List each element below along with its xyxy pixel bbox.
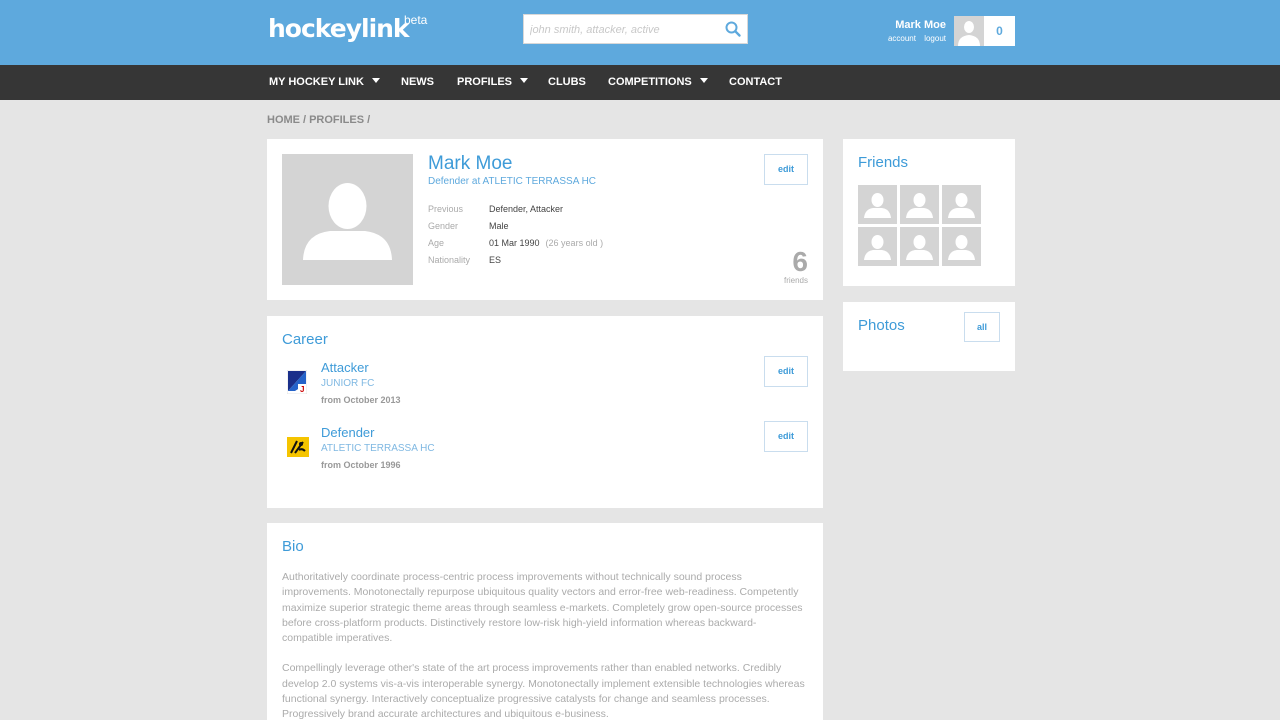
atletic-terrassa-logo [287, 435, 309, 459]
photos-panel: Photos all [843, 302, 1015, 371]
profile-card: Mark Moe Defender at ATLETIC TERRASSA HC… [267, 139, 823, 300]
profile-photo [282, 154, 413, 285]
info-value-text: ES [489, 255, 502, 265]
bio-title: Bio [282, 538, 304, 555]
career-start-date: from October 1996 [321, 460, 401, 470]
bio-text: Authoritatively coordinate process-centr… [282, 570, 807, 720]
info-label: Age [428, 238, 445, 248]
breadcrumb: HOME / PROFILES / [267, 114, 373, 126]
career-item: Defender ATLETIC TERRASSA HC from Octobe… [282, 421, 808, 480]
search-input[interactable] [530, 21, 720, 39]
main-nav: MY HOCKEY LINK NEWS PROFILES CLUBS COMPE… [0, 65, 1280, 100]
bio-paragraph: Authoritatively coordinate process-centr… [282, 571, 803, 645]
edit-career-button[interactable]: edit [764, 356, 808, 387]
breadcrumb-separator: / [367, 114, 371, 126]
svg-text:J: J [300, 385, 304, 394]
user-links: account logout [882, 34, 946, 43]
career-role[interactable]: Defender [321, 425, 374, 440]
info-label: Nationality [428, 255, 471, 265]
edit-profile-button[interactable]: edit [764, 154, 808, 185]
career-role[interactable]: Attacker [321, 360, 369, 375]
nav-label: NEWS [401, 76, 434, 88]
nav-label: MY HOCKEY LINK [269, 76, 364, 88]
info-value-text: Defender, Attacker [489, 204, 564, 214]
info-label: Gender [428, 221, 459, 231]
nav-label: COMPETITIONS [608, 76, 692, 88]
nav-label: PROFILES [457, 76, 513, 88]
junior-fc-logo: J [286, 369, 308, 395]
info-value: Male [489, 221, 509, 231]
friend-avatar[interactable] [900, 227, 939, 266]
career-club[interactable]: ATLETIC TERRASSA HC [321, 443, 435, 454]
caret-down-icon [520, 78, 529, 83]
info-value: ES [489, 255, 501, 265]
friend-avatar[interactable] [900, 185, 939, 224]
friends-count-label: friends [783, 276, 808, 285]
profile-name: Mark Moe [428, 153, 513, 174]
breadcrumb-profiles[interactable]: PROFILES [309, 114, 364, 126]
nav-competitions[interactable]: COMPETITIONS [608, 65, 708, 100]
friends-panel: Friends [843, 139, 1015, 286]
info-label: Previous [428, 204, 464, 214]
friends-title: Friends [858, 154, 909, 171]
search-icon[interactable] [723, 19, 743, 39]
info-value: 01 Mar 1990 (26 years old ) [489, 238, 603, 248]
notification-count[interactable]: 0 [984, 16, 1015, 46]
friend-avatar[interactable] [942, 227, 981, 266]
photos-title: Photos [858, 317, 905, 334]
career-card: Career J Attacker JUNIOR FC from October… [267, 316, 823, 508]
user-avatar[interactable] [954, 16, 984, 46]
career-title: Career [282, 331, 328, 348]
caret-down-icon [371, 78, 380, 83]
career-start-date: from October 2013 [321, 395, 401, 405]
career-item: J Attacker JUNIOR FC from October 2013 e… [282, 356, 808, 415]
top-header: hockeylink beta Mark Moe account logout … [0, 0, 1280, 65]
career-club[interactable]: JUNIOR FC [321, 378, 374, 389]
breadcrumb-home[interactable]: HOME [267, 114, 300, 126]
age-years: (26 years old ) [545, 238, 604, 248]
nav-clubs[interactable]: CLUBS [548, 65, 586, 100]
nav-label: CONTACT [729, 76, 782, 88]
friend-avatar[interactable] [942, 185, 981, 224]
nav-contact[interactable]: CONTACT [729, 65, 782, 100]
info-value-text: 01 Mar 1990 [489, 238, 540, 248]
caret-down-icon [699, 78, 708, 83]
search-box [523, 14, 748, 44]
friend-avatar[interactable] [858, 227, 897, 266]
user-name[interactable]: Mark Moe [895, 19, 946, 31]
all-photos-button[interactable]: all [964, 312, 1000, 342]
edit-career-button[interactable]: edit [764, 421, 808, 452]
bio-paragraph: Compellingly leverage other's state of t… [282, 662, 805, 720]
account-link[interactable]: account [888, 34, 916, 43]
nav-profiles[interactable]: PROFILES [457, 65, 529, 100]
nav-news[interactable]: NEWS [401, 65, 434, 100]
beta-badge: beta [404, 13, 428, 27]
site-logo[interactable]: hockeylink [268, 14, 410, 43]
info-value-text: Male [489, 221, 509, 231]
nav-label: CLUBS [548, 76, 586, 88]
friends-count[interactable]: 6 [792, 248, 808, 276]
profile-position[interactable]: Defender at ATLETIC TERRASSA HC [428, 176, 596, 187]
friend-avatar[interactable] [858, 185, 897, 224]
info-value: Defender, Attacker [489, 204, 563, 214]
nav-my-hockey-link[interactable]: MY HOCKEY LINK [269, 65, 380, 100]
breadcrumb-separator: / [303, 114, 307, 126]
logout-link[interactable]: logout [924, 34, 946, 43]
bio-card: Bio Authoritatively coordinate process-c… [267, 523, 823, 720]
